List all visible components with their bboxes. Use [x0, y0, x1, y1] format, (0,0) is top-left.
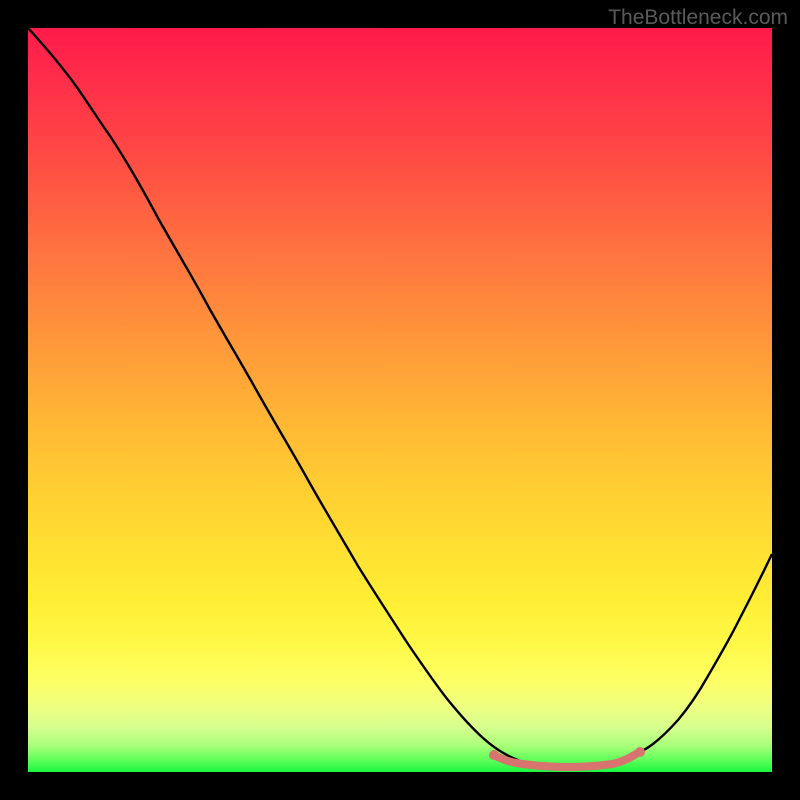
marker-dot-left: [489, 750, 499, 760]
watermark-text: TheBottleneck.com: [608, 6, 788, 30]
curve-svg: [28, 28, 772, 772]
bottleneck-curve-line: [28, 28, 772, 768]
optimal-region-marker: [494, 754, 636, 767]
plot-area: [28, 28, 772, 772]
marker-dot-right: [635, 747, 645, 757]
